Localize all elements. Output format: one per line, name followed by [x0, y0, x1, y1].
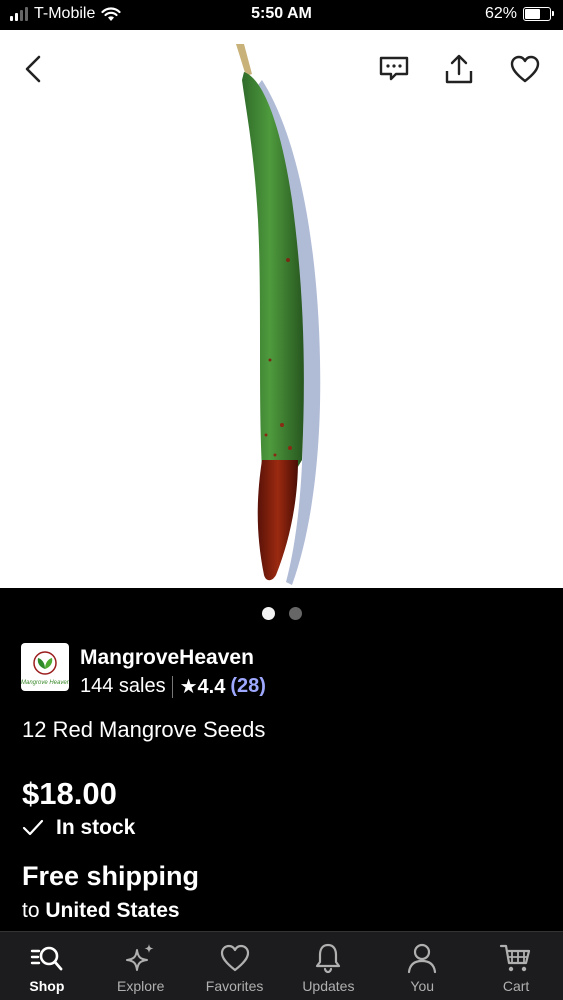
- stock-status: In stock: [22, 816, 135, 840]
- pager-dot[interactable]: [261, 607, 275, 620]
- listing-price: $18.00: [22, 776, 117, 811]
- shop-logo[interactable]: Mangrove Heaven: [21, 643, 69, 691]
- nav-shop-label: Shop: [29, 978, 65, 994]
- share-icon: [445, 54, 473, 84]
- battery-fill: [525, 9, 540, 19]
- nav-favorites-label: Favorites: [205, 978, 264, 994]
- nav-shop[interactable]: Shop: [0, 932, 94, 1000]
- back-button[interactable]: [16, 52, 50, 86]
- product-image-gallery[interactable]: [0, 30, 563, 588]
- battery-percent: 62%: [484, 5, 517, 22]
- heart-icon: [220, 944, 249, 972]
- chevron-left-icon: [25, 55, 41, 83]
- person-icon: [408, 943, 437, 974]
- shipping-prefix: to: [22, 899, 40, 922]
- shop-logo-text: Mangrove Heaven: [21, 680, 69, 686]
- shop-name-link[interactable]: MangroveHeaven: [80, 646, 254, 670]
- nav-explore-label: Explore: [117, 978, 165, 994]
- favorite-button[interactable]: [508, 52, 542, 86]
- nav-cart-label: Cart: [502, 978, 530, 994]
- nav-you[interactable]: You: [375, 932, 469, 1000]
- status-bar: T-Mobile 5:50 AM 62%: [0, 0, 563, 30]
- shipping-country-link[interactable]: United States: [45, 899, 179, 922]
- shop-meta: 144 sales ★4.4 (28): [80, 674, 266, 699]
- shop-sales: 144 sales: [80, 675, 166, 697]
- bell-icon: [316, 943, 341, 974]
- bottom-nav: Shop Explore Favorites Updates You Cart: [0, 931, 563, 1000]
- cart-icon: [499, 944, 531, 972]
- heart-icon: [510, 55, 540, 83]
- nav-explore[interactable]: Explore: [94, 932, 188, 1000]
- sparkle-icon: [125, 944, 154, 971]
- listing-title: 12 Red Mangrove Seeds: [22, 717, 266, 742]
- checkmark-icon: [22, 819, 44, 836]
- nav-you-label: You: [410, 978, 435, 994]
- message-icon: [379, 56, 409, 81]
- shop-reviews-link[interactable]: (28): [230, 675, 266, 698]
- search-icon: [30, 946, 63, 971]
- message-seller-button[interactable]: [377, 52, 411, 86]
- shipping-destination: to United States: [22, 899, 180, 923]
- divider: [171, 675, 173, 698]
- image-pager[interactable]: [0, 607, 563, 620]
- status-right: 62%: [484, 5, 554, 23]
- nav-favorites[interactable]: Favorites: [188, 932, 282, 1000]
- pager-dot[interactable]: [288, 607, 302, 620]
- nav-updates[interactable]: Updates: [281, 932, 375, 1000]
- shipping-title: Free shipping: [22, 861, 200, 891]
- shop-rating: ★4.4: [179, 676, 226, 698]
- status-time: 5:50 AM: [251, 5, 312, 22]
- nav-updates-label: Updates: [302, 978, 355, 994]
- nav-cart[interactable]: Cart: [469, 932, 563, 1000]
- share-button[interactable]: [442, 52, 476, 86]
- product-photo-mangrove-propagule: [236, 44, 321, 585]
- stock-label: In stock: [56, 816, 136, 839]
- battery-icon: [523, 7, 554, 21]
